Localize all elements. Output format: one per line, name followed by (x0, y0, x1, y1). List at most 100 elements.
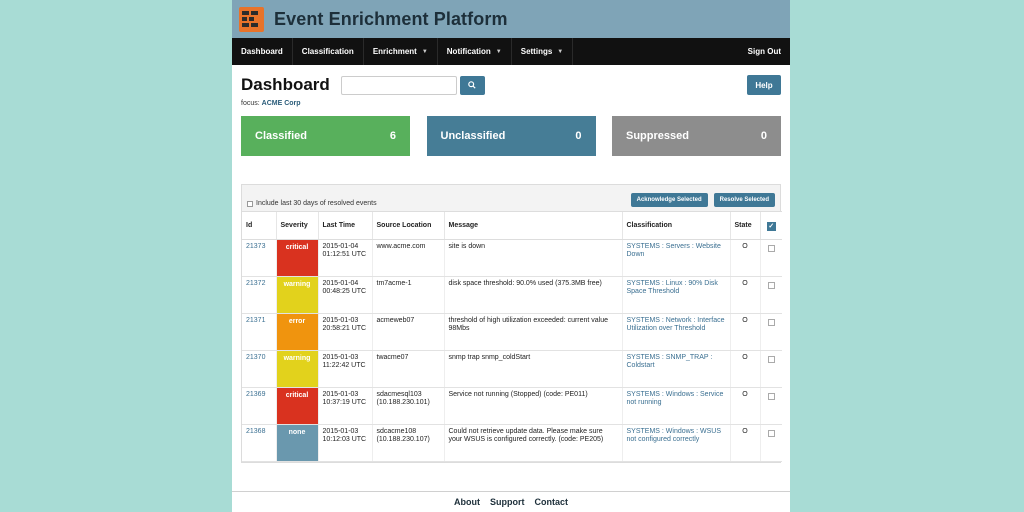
nav-item-enrichment[interactable]: Enrichment ▼ (364, 38, 438, 65)
message-cell: Service not running (Stopped) (code: PE0… (443, 387, 622, 425)
state-cell: O (729, 350, 760, 388)
severity-badge: warning (276, 351, 318, 387)
tile-label: Classified (255, 130, 307, 142)
event-id-link[interactable]: 21371 (242, 313, 276, 351)
source-location-cell: sdcacme108 (10.188.230.107) (371, 424, 444, 462)
row-select-checkbox[interactable] (767, 319, 775, 326)
classification-link[interactable]: SYSTEMS : Windows : Service not running (621, 387, 730, 425)
severity-badge: critical (276, 388, 318, 424)
column-header-source-location[interactable]: Source Location (371, 211, 444, 240)
focus-value[interactable]: ACME Corp (262, 100, 301, 107)
include-resolved-checkbox[interactable] (247, 201, 253, 207)
tile-classified[interactable]: Classified 6 (241, 116, 410, 156)
row-select-checkbox[interactable] (767, 356, 775, 363)
row-select-cell (759, 239, 782, 277)
row-select-checkbox[interactable] (767, 393, 775, 400)
footer-link-support[interactable]: Support (490, 497, 525, 507)
event-id-link[interactable]: 21372 (242, 276, 276, 314)
caret-down-icon: ▼ (421, 48, 428, 55)
row-select-checkbox[interactable] (767, 282, 775, 289)
events-table: Id Severity Last Time Source Location Me… (242, 211, 782, 462)
checkbox-checked-icon[interactable]: ✓ (766, 222, 776, 231)
tile-label: Unclassified (440, 130, 506, 142)
nav-item-notification[interactable]: Notification ▼ (438, 38, 512, 65)
nav-item-dashboard[interactable]: Dashboard (232, 38, 293, 65)
message-cell: threshold of high utilization exceeded: … (443, 313, 622, 351)
summary-tiles: Classified 6 Unclassified 0 Suppressed 0 (241, 116, 781, 156)
acknowledge-selected-button[interactable]: Acknowledge Selected (630, 193, 708, 207)
severity-badge: warning (276, 277, 318, 313)
classification-link[interactable]: SYSTEMS : SNMP_TRAP : Coldstart (621, 350, 730, 388)
tile-count: 6 (389, 130, 396, 142)
classification-link[interactable]: SYSTEMS : Servers : Website Down (621, 239, 730, 277)
sign-out-link[interactable]: Sign Out (739, 47, 790, 56)
event-id-link[interactable]: 21369 (242, 387, 276, 425)
row-select-cell (759, 350, 782, 388)
state-cell: O (729, 424, 760, 462)
table-row[interactable]: 21370 warning 2015-01-03 11:22:42 UTC twacm… (242, 350, 782, 388)
state-cell: O (729, 239, 760, 277)
message-cell: disk space threshold: 90.0% used (375.3M… (443, 276, 622, 314)
app-window: Event Enrichment Platform Dashboard Class… (232, 0, 790, 512)
row-select-cell (759, 313, 782, 351)
main-nav: Dashboard Classification Enrichment ▼ Notifi… (232, 38, 790, 65)
caret-down-icon: ▼ (557, 48, 564, 55)
tile-suppressed[interactable]: Suppressed 0 (612, 116, 781, 156)
table-row[interactable]: 21369 critical 2015-01-03 10:37:19 UTC sdac… (242, 387, 782, 425)
source-location-cell: tm7acme-1 (371, 276, 444, 314)
footer-link-about[interactable]: About (454, 497, 480, 507)
column-header-state[interactable]: State (729, 211, 760, 240)
search-button[interactable] (459, 75, 485, 95)
classification-link[interactable]: SYSTEMS : Windows : WSUS not configured … (621, 424, 730, 462)
table-row[interactable]: 21368 none 2015-01-03 10:12:03 UTC sdcacme1… (242, 424, 782, 462)
severity-cell: critical (275, 239, 318, 277)
nav-item-settings[interactable]: Settings ▼ (512, 38, 574, 65)
table-row[interactable]: 21371 error 2015-01-03 20:58:21 UTC acmeweb… (242, 313, 782, 351)
event-id-link[interactable]: 21370 (242, 350, 276, 388)
column-header-id[interactable]: Id (242, 211, 276, 240)
search-input[interactable] (340, 75, 457, 95)
row-select-checkbox[interactable] (767, 245, 775, 252)
severity-badge: none (276, 425, 318, 461)
state-cell: O (729, 276, 760, 314)
nav-item-classification[interactable]: Classification (293, 38, 364, 65)
nav-item-label: Classification (301, 47, 354, 56)
column-header-last-time[interactable]: Last Time (317, 211, 372, 240)
tile-count: 0 (760, 130, 767, 142)
resolve-selected-button[interactable]: Resolve Selected (713, 193, 775, 207)
select-all-header: ✓ (759, 211, 782, 240)
event-id-link[interactable]: 21373 (242, 239, 276, 277)
last-time-cell: 2015-01-04 00:48:25 UTC (317, 276, 372, 314)
nav-item-label: Notification (446, 47, 491, 56)
table-row[interactable]: 21373 critical 2015-01-04 01:12:51 UTC www.… (242, 239, 782, 277)
source-location-cell: twacme07 (371, 350, 444, 388)
column-header-severity[interactable]: Severity (275, 211, 318, 240)
last-time-cell: 2015-01-03 11:22:42 UTC (317, 350, 372, 388)
search-icon (468, 81, 476, 89)
column-header-message[interactable]: Message (443, 211, 622, 240)
message-cell: snmp trap snmp_coldStart (443, 350, 622, 388)
classification-link[interactable]: SYSTEMS : Linux : 90% Disk Space Thresho… (621, 276, 730, 314)
footer: About Support Contact (232, 491, 790, 512)
event-id-link[interactable]: 21368 (242, 424, 276, 462)
source-location-cell: www.acme.com (371, 239, 444, 277)
table-header-row: Id Severity Last Time Source Location Me… (242, 211, 782, 240)
caret-down-icon: ▼ (495, 48, 502, 55)
severity-cell: warning (275, 350, 318, 388)
title-bar: Event Enrichment Platform (232, 0, 790, 38)
focus-line: focus: ACME Corp (241, 100, 781, 107)
severity-cell: error (275, 313, 318, 351)
tile-unclassified[interactable]: Unclassified 0 (426, 116, 596, 156)
message-cell: Could not retrieve update data. Please m… (443, 424, 622, 462)
main-content: Dashboard Help focus: ACME Corp Classifi… (232, 74, 790, 463)
column-header-classification[interactable]: Classification (621, 211, 730, 240)
row-select-checkbox[interactable] (767, 430, 775, 437)
classification-link[interactable]: SYSTEMS : Network : Interface Utilizatio… (621, 313, 730, 351)
events-panel: Include last 30 days of resolved events … (241, 184, 782, 463)
help-button[interactable]: Help (747, 75, 781, 95)
events-toolbar: Include last 30 days of resolved events … (242, 185, 780, 211)
app-title: Event Enrichment Platform (274, 8, 508, 29)
footer-link-contact[interactable]: Contact (535, 497, 569, 507)
source-location-cell: acmeweb07 (371, 313, 444, 351)
table-row[interactable]: 21372 warning 2015-01-04 00:48:25 UTC tm7ac… (242, 276, 782, 314)
